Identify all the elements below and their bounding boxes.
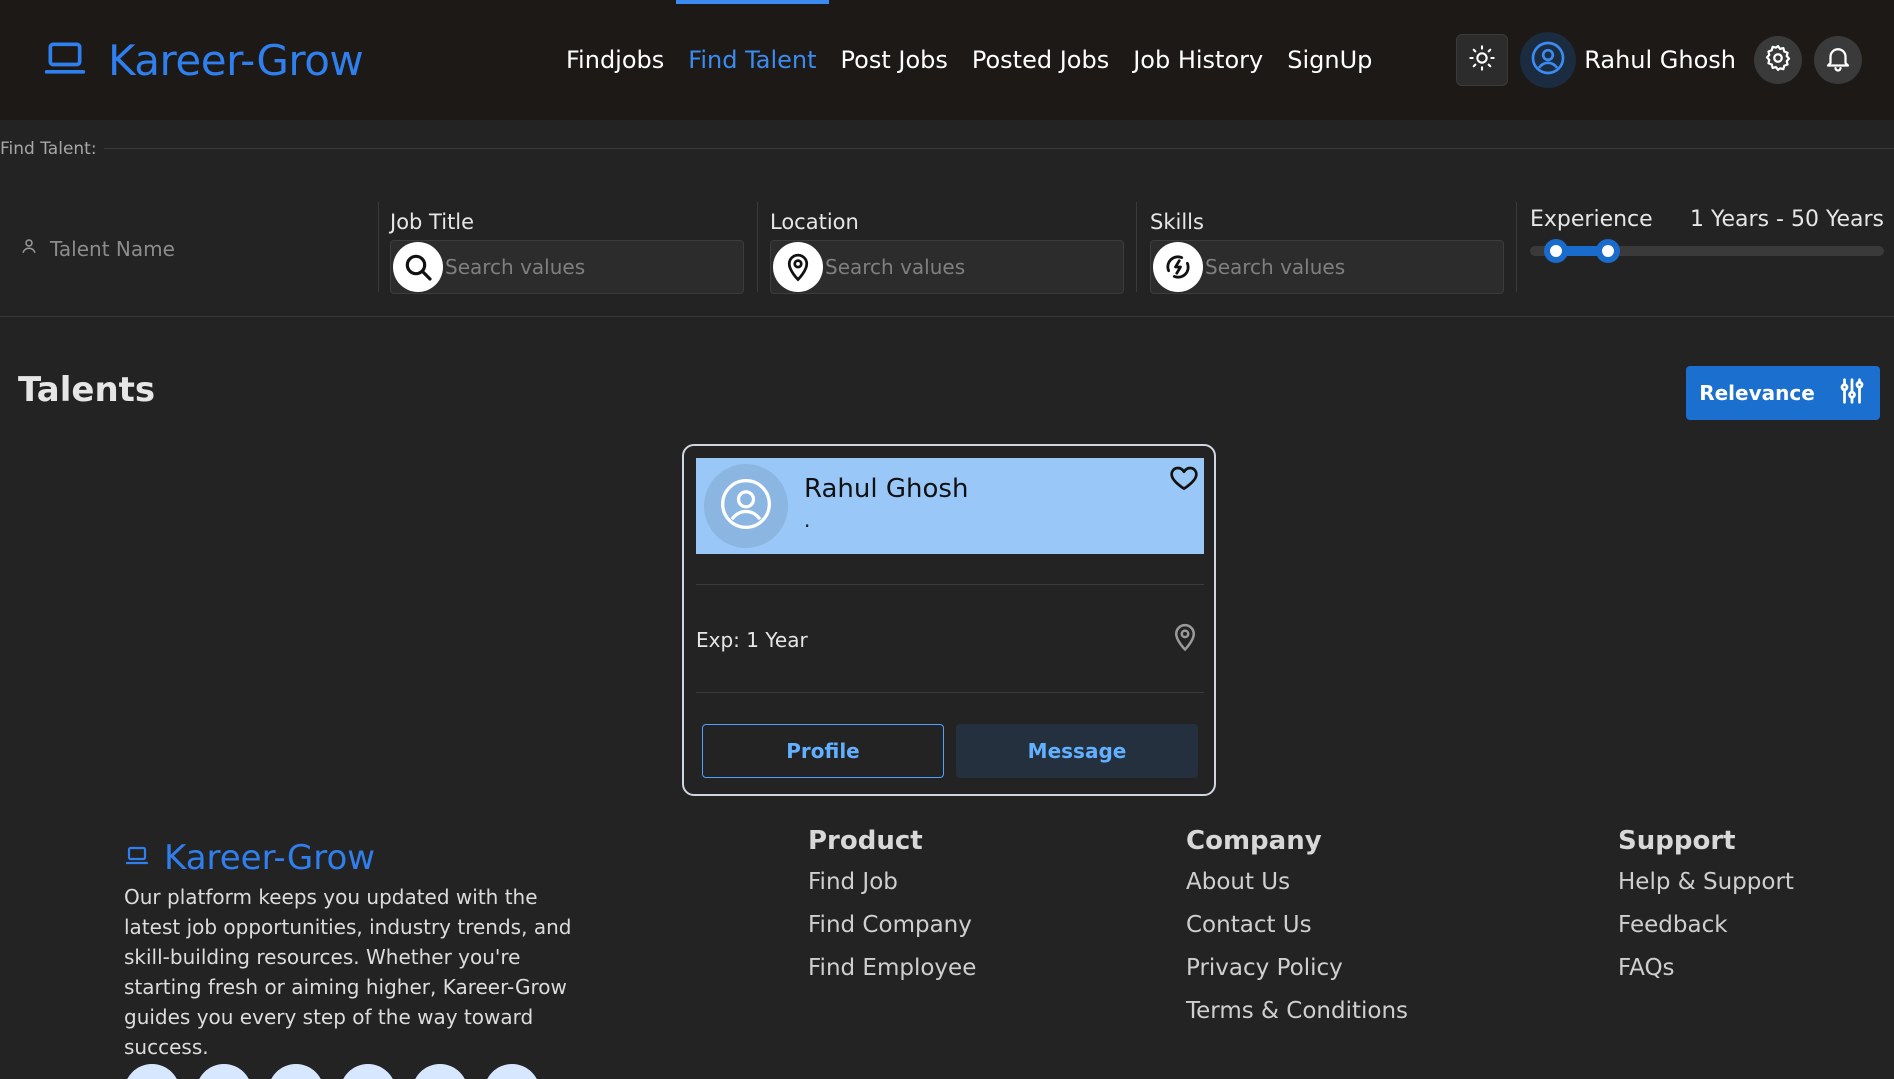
- footer-link-find-employee[interactable]: Find Employee: [808, 950, 976, 993]
- top-header: Kareer-Grow Findjobs Find Talent Post Jo…: [0, 0, 1894, 120]
- talent-subtitle: .: [804, 508, 811, 532]
- footer-link-find-job[interactable]: Find Job: [808, 864, 976, 907]
- skills-filter: Skills Search values: [1150, 210, 1504, 294]
- user-icon: [20, 236, 38, 261]
- talent-name-input[interactable]: Talent Name: [20, 236, 175, 261]
- footer-description: Our platform keeps you updated with the …: [124, 885, 572, 1059]
- social-link[interactable]: [412, 1064, 468, 1079]
- job-title-filter: Job Title Search values: [390, 210, 744, 294]
- theme-toggle-button[interactable]: [1456, 34, 1509, 86]
- skills-placeholder: Search values: [1205, 255, 1346, 279]
- filter-separator: [1136, 202, 1137, 292]
- skills-label: Skills: [1150, 210, 1204, 234]
- social-links: [124, 1064, 540, 1079]
- settings-button[interactable]: [1754, 36, 1802, 84]
- social-link[interactable]: [340, 1064, 396, 1079]
- header-actions: Rahul Ghosh: [1456, 32, 1862, 88]
- location-label: Location: [770, 210, 859, 234]
- location-placeholder: Search values: [825, 255, 966, 279]
- filter-separator: [1516, 202, 1517, 292]
- nav-findjobs[interactable]: Findjobs: [554, 0, 676, 120]
- experience-label: Experience: [1530, 207, 1653, 232]
- footer-column-title: Support: [1618, 826, 1736, 856]
- filter-separator: [378, 202, 379, 292]
- footer-link-help-support[interactable]: Help & Support: [1618, 864, 1794, 907]
- talent-name: Rahul Ghosh: [804, 474, 969, 504]
- search-icon: [393, 242, 443, 292]
- main-nav: Findjobs Find Talent Post Jobs Posted Jo…: [554, 0, 1384, 120]
- footer-link-terms[interactable]: Terms & Conditions: [1186, 993, 1408, 1036]
- brand-logo[interactable]: Kareer-Grow: [40, 36, 364, 85]
- user-circle-icon: [718, 476, 774, 536]
- card-divider: [696, 584, 1204, 585]
- recharge-icon: [1153, 242, 1203, 292]
- laptop-icon: [40, 37, 90, 85]
- filter-legend: Find Talent:: [0, 139, 97, 159]
- user-name: Rahul Ghosh: [1584, 46, 1736, 74]
- location-filter: Location Search values: [770, 210, 1124, 294]
- brand-name: Kareer-Grow: [108, 36, 364, 85]
- social-link[interactable]: [124, 1064, 180, 1079]
- nav-find-talent[interactable]: Find Talent: [676, 0, 829, 120]
- map-pin-icon: [773, 242, 823, 292]
- job-title-placeholder: Search values: [445, 255, 586, 279]
- avatar: [704, 464, 788, 548]
- footer-column-support: Support Help & Support Feedback FAQs: [1618, 826, 1794, 993]
- footer-column-title: Company: [1186, 826, 1322, 856]
- social-link[interactable]: [196, 1064, 252, 1079]
- experience-range-text: 1 Years - 50 Years: [1690, 207, 1884, 232]
- footer-link-privacy-policy[interactable]: Privacy Policy: [1186, 950, 1408, 993]
- nav-signup[interactable]: SignUp: [1275, 0, 1384, 120]
- notifications-button[interactable]: [1814, 36, 1862, 84]
- nav-post-jobs[interactable]: Post Jobs: [829, 0, 960, 120]
- footer-column-title: Product: [808, 826, 923, 856]
- filter-divider: [104, 148, 1894, 149]
- footer-link-find-company[interactable]: Find Company: [808, 907, 976, 950]
- footer-link-faqs[interactable]: FAQs: [1618, 950, 1794, 993]
- footer-column-product: Product Find Job Find Company Find Emplo…: [808, 826, 976, 993]
- avatar: [1520, 32, 1577, 88]
- talent-card-header: Rahul Ghosh .: [696, 458, 1204, 554]
- heart-icon[interactable]: [1166, 460, 1202, 496]
- talent-name-placeholder: Talent Name: [50, 236, 175, 261]
- experience-filter: Experience 1 Years - 50 Years: [1530, 207, 1884, 263]
- experience-slider[interactable]: [1530, 239, 1884, 263]
- profile-button[interactable]: Profile: [702, 724, 944, 778]
- footer-column-company: Company About Us Contact Us Privacy Poli…: [1186, 826, 1408, 1036]
- sort-relevance-button[interactable]: Relevance: [1686, 366, 1880, 420]
- experience-min-handle[interactable]: [1544, 239, 1568, 263]
- map-pin-icon: [1170, 620, 1200, 658]
- experience-max-handle[interactable]: [1596, 239, 1620, 263]
- nav-job-history[interactable]: Job History: [1121, 0, 1275, 120]
- footer-link-contact-us[interactable]: Contact Us: [1186, 907, 1408, 950]
- footer-brand-name: Kareer-Grow: [164, 838, 376, 878]
- talent-card: Rahul Ghosh . Exp: 1 Year Profile Messag…: [682, 444, 1216, 796]
- footer-link-about-us[interactable]: About Us: [1186, 864, 1408, 907]
- skills-input[interactable]: Search values: [1150, 240, 1504, 294]
- location-input[interactable]: Search values: [770, 240, 1124, 294]
- bell-icon: [1823, 43, 1853, 77]
- footer-brand[interactable]: Kareer-Grow: [124, 838, 375, 878]
- talents-title: Talents: [18, 370, 156, 410]
- laptop-icon: [124, 844, 150, 872]
- sliders-icon: [1837, 376, 1867, 411]
- nav-posted-jobs[interactable]: Posted Jobs: [960, 0, 1121, 120]
- card-divider: [696, 692, 1204, 693]
- social-link[interactable]: [484, 1064, 540, 1079]
- social-link[interactable]: [268, 1064, 324, 1079]
- gear-icon: [1763, 43, 1793, 77]
- sort-label: Relevance: [1699, 381, 1815, 405]
- user-circle-icon: [1530, 40, 1566, 80]
- sun-icon: [1468, 44, 1496, 76]
- filter-separator: [757, 202, 758, 292]
- talent-experience: Exp: 1 Year: [696, 628, 808, 652]
- job-title-input[interactable]: Search values: [390, 240, 744, 294]
- footer-link-feedback[interactable]: Feedback: [1618, 907, 1794, 950]
- user-menu[interactable]: Rahul Ghosh: [1520, 32, 1742, 88]
- job-title-label: Job Title: [390, 210, 475, 234]
- filter-bottom-divider: [0, 316, 1894, 317]
- message-button[interactable]: Message: [956, 724, 1198, 778]
